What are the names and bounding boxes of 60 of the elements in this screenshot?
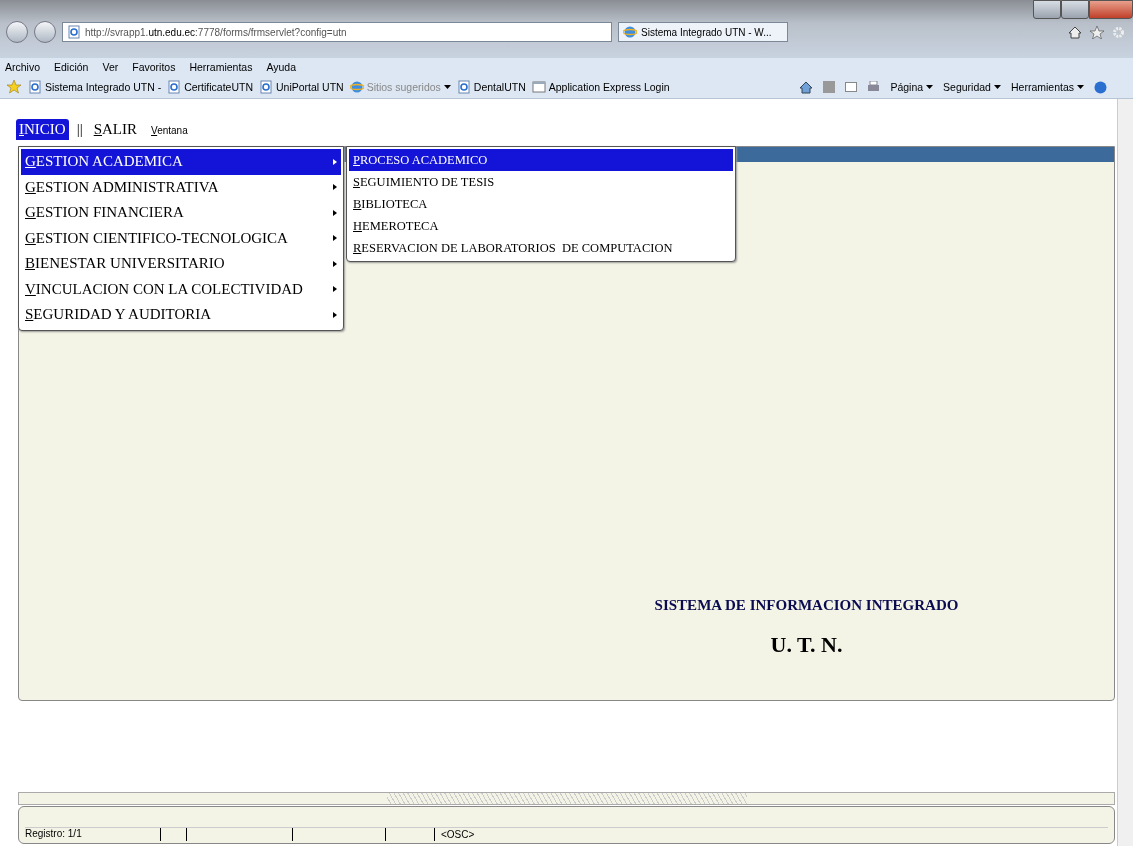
toolbar-menu[interactable]: Seguridad bbox=[943, 81, 991, 93]
menu-item[interactable]: BIENESTAR UNIVERSITARIO bbox=[21, 251, 341, 277]
window-icon bbox=[531, 80, 546, 94]
menu-item[interactable]: Edición bbox=[54, 61, 89, 73]
favorites-star-icon[interactable] bbox=[6, 80, 22, 94]
menu-item[interactable]: Favoritos bbox=[132, 61, 176, 73]
address-field[interactable]: http://svrapp1.utn.edu.ec:7778/forms/frmservlet?config=utn bbox=[62, 22, 612, 42]
record-count: Registro: 1/1 bbox=[25, 828, 161, 841]
caret-icon[interactable] bbox=[1077, 84, 1084, 90]
menu-item[interactable]: GESTION FINANCIERA bbox=[21, 200, 341, 226]
favorite-link[interactable]: Application Express Login bbox=[548, 81, 670, 93]
minimize-button[interactable] bbox=[1033, 0, 1061, 19]
menu-item[interactable]: Archivo bbox=[5, 61, 40, 73]
menu-item[interactable]: Ayuda bbox=[266, 61, 297, 73]
favorite-link[interactable]: UniPortal UTN bbox=[276, 81, 344, 93]
page-icon bbox=[456, 80, 471, 94]
menu-item[interactable]: SALIR bbox=[90, 119, 141, 140]
forward-button[interactable] bbox=[34, 21, 56, 43]
menu-item[interactable]: BIBLIOTECA bbox=[349, 193, 733, 215]
menu-item[interactable]: Ver bbox=[102, 61, 119, 73]
horizontal-scrollbar[interactable] bbox=[18, 792, 1115, 805]
menu-item[interactable]: VINCULACION CON LA COLECTIVIDAD bbox=[21, 276, 341, 302]
page-icon bbox=[259, 80, 273, 94]
toolbar-menu[interactable]: Página bbox=[890, 81, 924, 93]
menu-separator: || bbox=[76, 121, 83, 138]
vertical-scrollbar[interactable] bbox=[1117, 99, 1133, 846]
menu-item[interactable]: SEGURIDAD Y AUDITORIA bbox=[21, 302, 341, 328]
mode-indicator: <OSC> bbox=[440, 829, 475, 840]
globe-icon bbox=[349, 80, 364, 94]
menu-item[interactable]: Herramientas bbox=[189, 61, 253, 73]
menu-item[interactable]: GESTION ACADEMICA bbox=[21, 149, 341, 175]
browser-tab[interactable]: Sistema Integrado UTN - W... bbox=[618, 22, 788, 42]
menu-item[interactable]: INICIO bbox=[16, 119, 69, 140]
favorite-link[interactable]: DentalUTN bbox=[473, 81, 526, 93]
toolbar-menu[interactable]: Herramientas bbox=[1010, 81, 1074, 93]
page-icon bbox=[167, 80, 182, 94]
menu-item[interactable]: GESTION CIENTIFICO-TECNOLOGICA bbox=[21, 225, 341, 251]
maximize-button[interactable] bbox=[1061, 0, 1089, 19]
menu-item[interactable]: SEGUIMIENTO DE TESIS bbox=[349, 171, 733, 193]
caret-icon[interactable] bbox=[993, 84, 1001, 90]
page-icon bbox=[28, 80, 42, 94]
favorite-link[interactable]: Sistema Integrado UTN - bbox=[45, 81, 162, 93]
favorite-link[interactable]: CertificateUTN bbox=[184, 81, 253, 93]
dropdown-icon[interactable] bbox=[443, 84, 451, 90]
menu-item[interactable]: Ventana bbox=[148, 123, 191, 138]
menu-item[interactable]: RESERVACION DE LABORATORIOS DE COMPUTACION bbox=[349, 237, 733, 259]
print-icon[interactable] bbox=[867, 81, 881, 93]
menu-item[interactable]: HEMEROTECA bbox=[349, 215, 733, 237]
home-icon[interactable] bbox=[799, 80, 814, 94]
caret-icon[interactable] bbox=[926, 84, 934, 90]
system-subtitle: U. T. N. bbox=[770, 632, 843, 658]
system-title: SISTEMA DE INFORMACION INTEGRADO bbox=[654, 597, 959, 614]
menu-item[interactable]: PROCESO ACADEMICO bbox=[349, 149, 733, 171]
back-button[interactable] bbox=[6, 21, 28, 43]
star-icon[interactable] bbox=[1090, 25, 1104, 39]
page-icon bbox=[67, 25, 81, 39]
menu-item[interactable]: GESTION ADMINISTRATIVA bbox=[21, 174, 341, 200]
close-button[interactable] bbox=[1089, 0, 1133, 19]
globe-icon bbox=[623, 25, 637, 39]
home-icon[interactable] bbox=[1068, 25, 1082, 39]
